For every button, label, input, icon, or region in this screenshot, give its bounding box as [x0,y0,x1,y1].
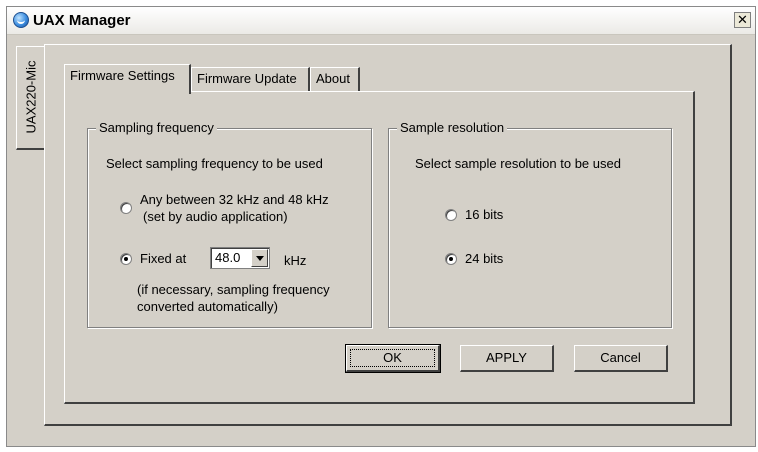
title-bar[interactable]: UAX Manager ✕ [7,7,755,35]
conversion-note-line1: (if necessary, sampling frequency [137,282,330,297]
radio-any-frequency[interactable] [120,202,132,214]
sample-resolution-legend: Sample resolution [397,120,508,135]
cancel-button[interactable]: Cancel [574,345,668,372]
conversion-note-line2: converted automatically) [137,299,278,314]
window-title: UAX Manager [33,12,131,29]
firmware-settings-page: Sampling frequency Select sampling frequ… [64,91,695,404]
resolution-instruction: Select sample resolution to be used [415,156,621,171]
option-any-label[interactable]: Any between 32 kHz and 48 kHz [140,192,329,207]
tab-label: About [316,71,350,86]
tab-uax220-mic[interactable]: UAX220-Mic [16,46,44,150]
cancel-button-label: Cancel [600,350,641,365]
close-button[interactable]: ✕ [734,12,751,28]
frequency-unit: kHz [284,253,307,268]
focus-rectangle [350,349,435,367]
sampling-frequency-group: Sampling frequency Select sampling frequ… [87,120,372,328]
tab-firmware-update[interactable]: Firmware Update [191,67,310,91]
tab-about[interactable]: About [310,67,360,91]
option-fixed-label[interactable]: Fixed at [140,251,186,266]
sampling-frequency-legend: Sampling frequency [96,120,217,135]
chevron-down-icon[interactable] [251,249,268,267]
ok-button[interactable]: OK [345,344,441,373]
apply-button[interactable]: APPLY [460,345,554,372]
option-24-bits-label[interactable]: 24 bits [465,251,503,266]
sample-resolution-group: Sample resolution Select sample resoluti… [388,120,672,328]
radio-fixed-frequency[interactable] [120,253,132,265]
fixed-frequency-select[interactable]: 48.0 [210,247,270,269]
apply-button-label: APPLY [486,350,527,365]
radio-16-bits[interactable] [445,209,457,221]
app-icon [13,12,29,28]
tab-label: Firmware Settings [70,68,175,83]
option-16-bits-label[interactable]: 16 bits [465,207,503,222]
sampling-instruction: Select sampling frequency to be used [106,156,323,171]
tab-firmware-settings[interactable]: Firmware Settings [64,64,191,94]
fixed-frequency-value: 48.0 [215,250,241,265]
tab-label: Firmware Update [197,71,297,86]
option-any-sublabel: (set by audio application) [143,209,288,224]
radio-24-bits[interactable] [445,253,457,265]
device-tab-label: UAX220-Mic [23,60,39,134]
